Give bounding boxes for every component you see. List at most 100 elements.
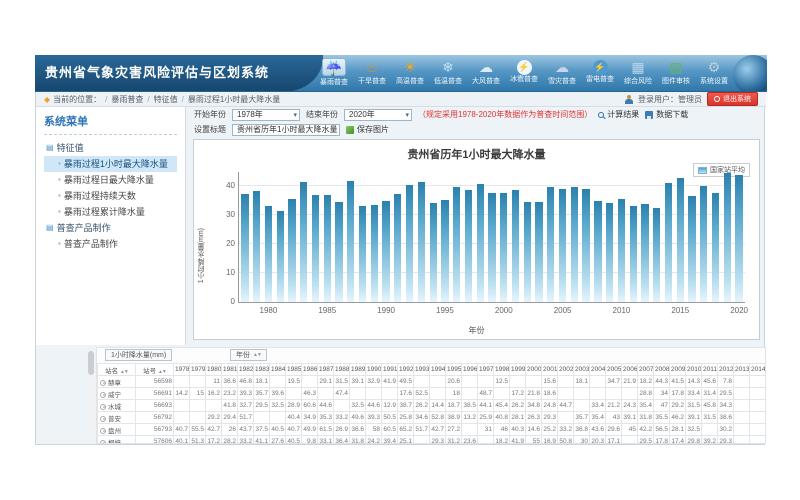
year-column-header[interactable]: 1986 bbox=[302, 364, 318, 376]
value-cell bbox=[366, 388, 382, 400]
year-column-header[interactable]: 1982 bbox=[238, 364, 254, 376]
year-column-header[interactable]: 1988 bbox=[334, 364, 350, 376]
sidebar-item-5[interactable]: ▪暴雨过程累计降水量 bbox=[44, 204, 177, 220]
year-column-header[interactable]: 2005 bbox=[606, 364, 622, 376]
sidebar-item-2[interactable]: ▪暴雨过程1小时最大降水量 bbox=[44, 156, 177, 172]
calculate-button[interactable]: 计算结果 bbox=[598, 109, 639, 120]
year-column-header[interactable]: 2006 bbox=[622, 364, 638, 376]
sidebar-item-6[interactable]: ▤普查产品制作 bbox=[44, 220, 177, 236]
measure-chip[interactable]: 1小时降水量(mm) bbox=[105, 349, 172, 361]
year-column-header[interactable]: 1980 bbox=[206, 364, 222, 376]
row-select-radio[interactable] bbox=[100, 404, 106, 410]
value-cell: 26.3 bbox=[526, 412, 542, 424]
value-cell: 38.6 bbox=[718, 412, 734, 424]
station-name-header[interactable]: 站名 ▲▼ bbox=[98, 364, 136, 376]
bar-1985 bbox=[324, 195, 331, 302]
year-column-header[interactable]: 2007 bbox=[638, 364, 654, 376]
sort-arrows-icon[interactable]: ▲▼ bbox=[120, 369, 128, 375]
year-column-header[interactable]: 2015 bbox=[766, 364, 767, 376]
nav-item-7[interactable]: ☁雪灾普查 bbox=[543, 57, 581, 87]
year-column-header[interactable]: 1998 bbox=[494, 364, 510, 376]
year-column-header[interactable]: 2004 bbox=[590, 364, 606, 376]
year-column-header[interactable]: 1991 bbox=[382, 364, 398, 376]
nav-item-5[interactable]: ☁大风普查 bbox=[467, 57, 505, 87]
nav-item-6[interactable]: ⚡冰雹普查 bbox=[505, 57, 543, 87]
year-column-header[interactable]: 1993 bbox=[414, 364, 430, 376]
logout-button[interactable]: 退出系统 bbox=[707, 92, 758, 106]
year-column-header[interactable]: 1997 bbox=[478, 364, 494, 376]
value-cell: 29.3 bbox=[430, 436, 446, 445]
year-column-header[interactable]: 1994 bbox=[430, 364, 446, 376]
sidebar-item-7[interactable]: ▪普查产品制作 bbox=[44, 236, 177, 252]
year-column-header[interactable]: 1990 bbox=[366, 364, 382, 376]
sort-arrows-icon[interactable]: ▲▼ bbox=[158, 369, 166, 375]
year-column-header[interactable]: 2000 bbox=[526, 364, 542, 376]
row-select-radio[interactable] bbox=[100, 440, 106, 445]
year-column-header[interactable]: 2001 bbox=[542, 364, 558, 376]
breadcrumb-separator: / bbox=[105, 95, 107, 104]
table-vertical-scrollbar[interactable] bbox=[88, 349, 94, 441]
year-column-header[interactable]: 2012 bbox=[718, 364, 734, 376]
year-column-header[interactable]: 2008 bbox=[654, 364, 670, 376]
bar-1979 bbox=[253, 191, 260, 302]
year-column-header[interactable]: 1978 bbox=[174, 364, 190, 376]
chart-panel: 贵州省历年1小时最大降水量 国家站平均 1小时降水量(mm) 010203040… bbox=[193, 139, 760, 340]
start-year-select[interactable]: 1978年 bbox=[232, 109, 300, 121]
bar-1997 bbox=[465, 190, 472, 302]
year-column-header[interactable]: 2010 bbox=[686, 364, 702, 376]
year-column-header[interactable]: 1996 bbox=[462, 364, 478, 376]
row-select-radio[interactable] bbox=[100, 428, 106, 434]
value-cell: 48.7 bbox=[478, 388, 494, 400]
sidebar-item-4[interactable]: ▪暴雨过程持续天数 bbox=[44, 188, 177, 204]
year-dimension-chip[interactable]: 年份 ▲▼ bbox=[230, 349, 267, 361]
nav-item-11[interactable]: ⚙系统设置 bbox=[695, 57, 733, 87]
nav-item-2[interactable]: ♨干旱普查 bbox=[353, 57, 391, 87]
year-column-header[interactable]: 1979 bbox=[190, 364, 206, 376]
year-column-header[interactable]: 1985 bbox=[286, 364, 302, 376]
row-select-radio[interactable] bbox=[100, 416, 106, 422]
year-column-header[interactable]: 2002 bbox=[558, 364, 574, 376]
year-column-header[interactable]: 2003 bbox=[574, 364, 590, 376]
breadcrumb-segment[interactable]: 暴雨普查 bbox=[111, 94, 143, 105]
year-column-header[interactable]: 1995 bbox=[446, 364, 462, 376]
value-cell bbox=[510, 376, 526, 388]
year-column-header[interactable]: 1989 bbox=[350, 364, 366, 376]
bar-1988 bbox=[359, 206, 366, 302]
year-column-header[interactable]: 1981 bbox=[222, 364, 238, 376]
station-id-header[interactable]: 站号 ▲▼ bbox=[136, 364, 174, 376]
sidebar-item-3[interactable]: ▪暴雨过程日最大降水量 bbox=[44, 172, 177, 188]
year-column-header[interactable]: 2014 bbox=[750, 364, 766, 376]
header-label: 站名 bbox=[105, 368, 118, 375]
value-cell: 42.7 bbox=[206, 424, 222, 436]
station-name: 赫章 bbox=[108, 380, 121, 387]
nav-item-8[interactable]: ⚡雷电普查 bbox=[581, 57, 619, 87]
year-column-header[interactable]: 2011 bbox=[702, 364, 718, 376]
sidebar-item-1[interactable]: ▤特征值 bbox=[44, 140, 177, 156]
save-image-button[interactable]: 保存图片 bbox=[346, 124, 389, 135]
sort-arrows-icon[interactable]: ▲▼ bbox=[253, 352, 261, 358]
row-select-radio[interactable] bbox=[100, 392, 106, 398]
sidebar-item-label: 普查产品制作 bbox=[57, 220, 111, 236]
bar-2007 bbox=[582, 189, 589, 302]
value-cell: 26 bbox=[222, 424, 238, 436]
end-year-select[interactable]: 2020年 bbox=[344, 109, 412, 121]
scrollbar-thumb[interactable] bbox=[88, 351, 94, 375]
nav-item-1[interactable]: ☔暴雨普查 bbox=[315, 57, 353, 87]
year-column-header[interactable]: 1992 bbox=[398, 364, 414, 376]
year-column-header[interactable]: 2009 bbox=[670, 364, 686, 376]
chart-title-input[interactable]: 贵州省历年1小时最大降水量 bbox=[232, 124, 340, 136]
value-cell bbox=[206, 400, 222, 412]
row-select-radio[interactable] bbox=[100, 380, 106, 386]
year-column-header[interactable]: 1987 bbox=[318, 364, 334, 376]
year-column-header[interactable]: 1983 bbox=[254, 364, 270, 376]
nav-item-3[interactable]: ☀高温普查 bbox=[391, 57, 429, 87]
year-column-header[interactable]: 2013 bbox=[734, 364, 750, 376]
bar-1995 bbox=[441, 200, 448, 302]
year-column-header[interactable]: 1984 bbox=[270, 364, 286, 376]
nav-item-4[interactable]: ❄低温普查 bbox=[429, 57, 467, 87]
nav-item-9[interactable]: ▦综合风险 bbox=[619, 57, 657, 87]
year-column-header[interactable]: 1999 bbox=[510, 364, 526, 376]
download-data-button[interactable]: 数据下载 bbox=[645, 109, 688, 120]
breadcrumb-segment[interactable]: 特征值 bbox=[154, 94, 178, 105]
nav-item-10[interactable]: ▧图件审核 bbox=[657, 57, 695, 87]
